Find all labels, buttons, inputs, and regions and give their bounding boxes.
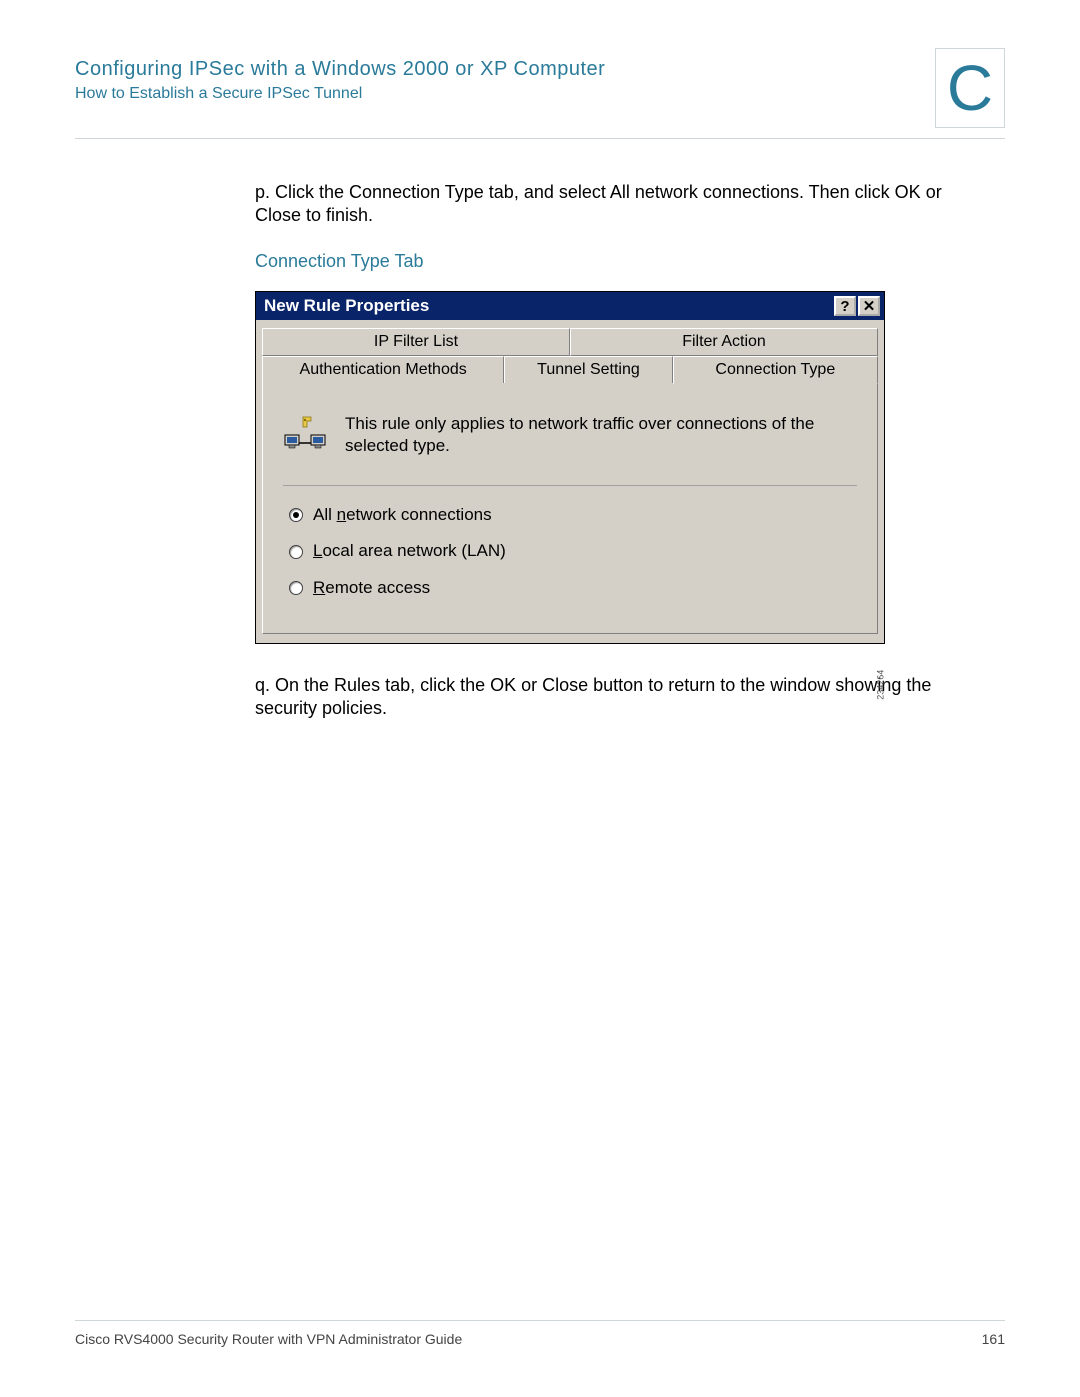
close-button[interactable]: ✕ [858, 296, 880, 316]
header-divider [75, 138, 1005, 139]
help-button[interactable]: ? [834, 296, 856, 316]
radio-all-network-connections[interactable]: All network connections [289, 504, 857, 526]
radio-icon [289, 508, 303, 522]
radio-remote-access[interactable]: Remote access [289, 577, 857, 599]
image-id: 234264 [875, 670, 887, 700]
figure-caption: Connection Type Tab [255, 250, 975, 273]
dialog-title: New Rule Properties [264, 295, 832, 317]
tab-strip: IP Filter List Filter Action Authenticat… [256, 320, 884, 384]
radio-label-remote: Remote access [313, 577, 430, 599]
footer-divider [75, 1320, 1005, 1321]
section-title: How to Establish a Secure IPSec Tunnel [75, 85, 1005, 103]
step-p-text: p. Click the Connection Type tab, and se… [255, 181, 975, 228]
radio-icon [289, 581, 303, 595]
tab-filter-action[interactable]: Filter Action [570, 328, 878, 356]
step-q-text: q. On the Rules tab, click the OK or Clo… [255, 674, 975, 721]
tab-authentication-methods[interactable]: Authentication Methods [262, 356, 504, 384]
radio-icon [289, 545, 303, 559]
footer-guide-title: Cisco RVS4000 Security Router with VPN A… [75, 1331, 462, 1347]
page-footer: Cisco RVS4000 Security Router with VPN A… [75, 1320, 1005, 1347]
chapter-title: Configuring IPSec with a Windows 2000 or… [75, 58, 1005, 81]
rule-description-text: This rule only applies to network traffi… [345, 413, 857, 457]
appendix-box: C [935, 48, 1005, 128]
radio-label-lan: Local area network (LAN) [313, 540, 506, 562]
page-header: Configuring IPSec with a Windows 2000 or… [75, 58, 1005, 128]
new-rule-properties-dialog: New Rule Properties ? ✕ IP Filter List F… [255, 291, 885, 643]
radio-label-all: All network connections [313, 504, 492, 526]
appendix-letter: C [947, 56, 993, 120]
tab-connection-type[interactable]: Connection Type [673, 356, 878, 384]
tab-panel-connection-type: This rule only applies to network traffi… [262, 383, 878, 633]
footer-page-number: 161 [982, 1331, 1005, 1347]
tab-ip-filter-list[interactable]: IP Filter List [262, 328, 570, 356]
tab-tunnel-setting[interactable]: Tunnel Setting [504, 356, 672, 384]
radio-local-area-network[interactable]: Local area network (LAN) [289, 540, 857, 562]
dialog-titlebar: New Rule Properties ? ✕ [256, 292, 884, 320]
content-area: p. Click the Connection Type tab, and se… [255, 181, 975, 720]
network-icon [283, 413, 327, 457]
